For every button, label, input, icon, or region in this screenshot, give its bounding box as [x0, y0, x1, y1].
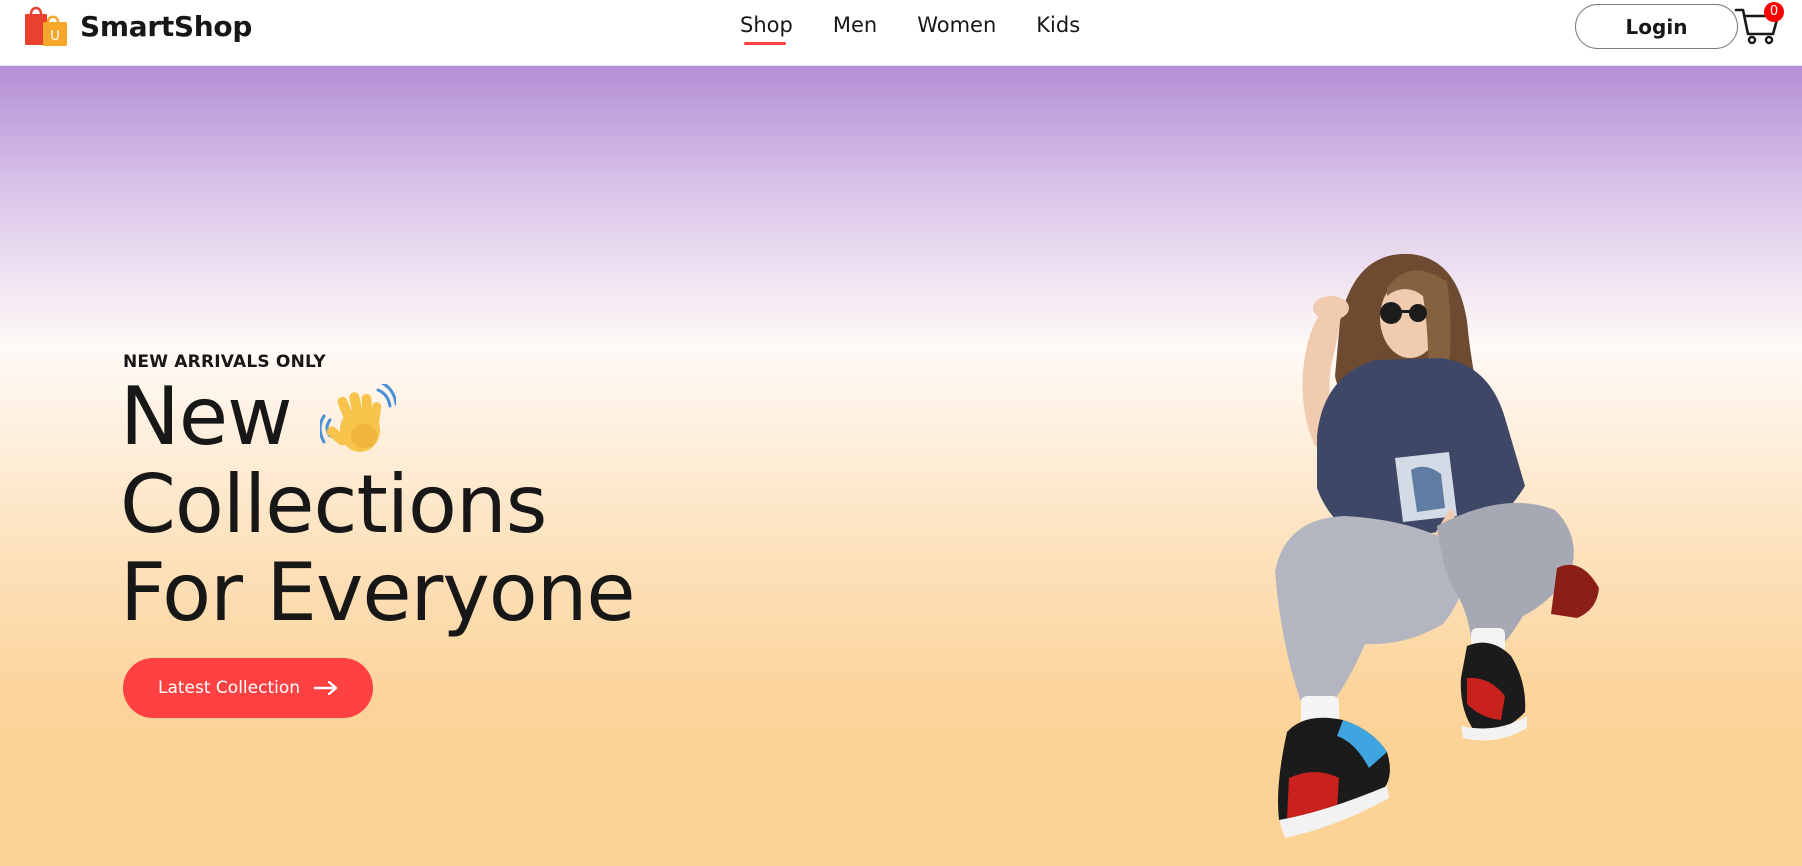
hero-title-line-3: For Everyone [120, 546, 636, 639]
nav-active-indicator [744, 42, 786, 45]
hero-model-image [1275, 253, 1599, 838]
brand-name: SmartShop [80, 10, 253, 43]
nav-shop-label: Shop [740, 13, 793, 37]
waving-hand-icon [320, 384, 396, 452]
hero-title-line-2: Collections [120, 458, 547, 551]
top-navbar: U SmartShop Shop Men Women Kids Login 0 [0, 0, 1802, 66]
cart-count-badge: 0 [1764, 2, 1784, 22]
nav-men[interactable]: Men [833, 10, 877, 40]
cart-button[interactable]: 0 [1733, 2, 1784, 46]
nav-women-label: Women [917, 13, 997, 37]
hero-tagline: NEW ARRIVALS ONLY [123, 352, 326, 372]
nav-women[interactable]: Women [917, 10, 996, 40]
hero-title-line-1: New [120, 370, 292, 463]
main-nav: Shop Men Women Kids [740, 10, 1080, 45]
logo[interactable]: U SmartShop [23, 4, 252, 50]
login-button[interactable]: Login [1575, 4, 1738, 49]
latest-collection-label: Latest Collection [157, 678, 301, 698]
hero-banner: NEW ARRIVALS ONLY New Collections For Ev… [0, 66, 1802, 866]
nav-kids-label: Kids [1036, 13, 1081, 37]
svg-text:U: U [50, 29, 60, 44]
nav-shop[interactable]: Shop [740, 10, 793, 45]
arrow-right-icon [314, 681, 338, 695]
latest-collection-button[interactable]: Latest Collection [123, 658, 373, 718]
nav-men-label: Men [832, 13, 878, 37]
nav-kids[interactable]: Kids [1036, 10, 1080, 40]
shopping-bags-icon: U [25, 6, 67, 46]
